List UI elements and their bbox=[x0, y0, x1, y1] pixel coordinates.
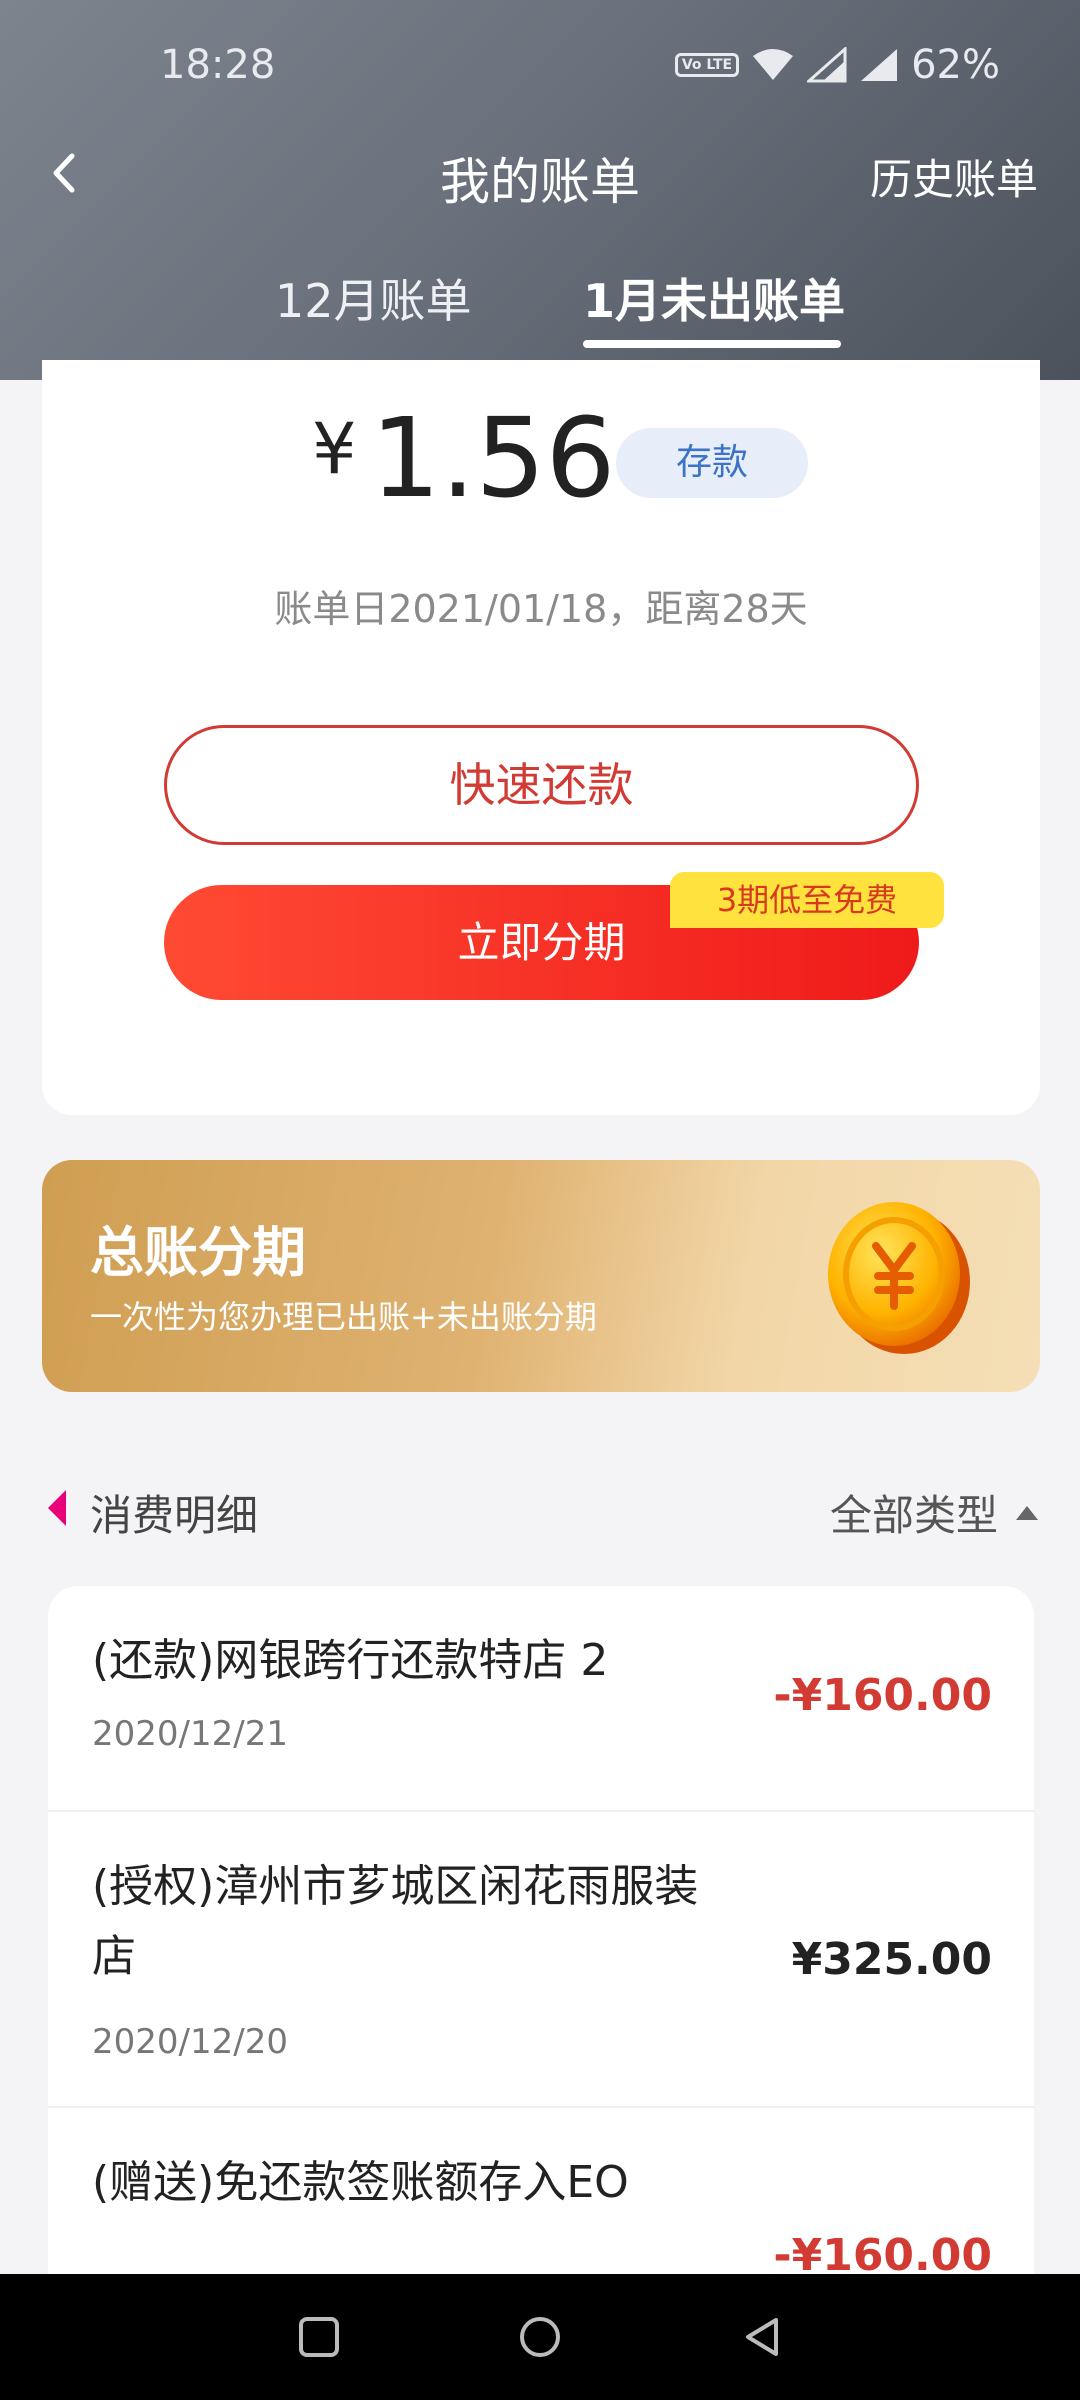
status-bar: 18:28 Vo LTE 62% bbox=[0, 0, 1080, 140]
signal-icon-2 bbox=[861, 49, 898, 81]
bill-page: 18:28 Vo LTE 62% 我的账单 历史账单 12月账单 1月未出账单 … bbox=[0, 0, 1080, 2400]
transaction-row[interactable]: (授权)漳州市芗城区闲花雨服装店 2020/12/20 ¥325.00 bbox=[48, 1812, 1034, 2108]
battery-percent: 62% bbox=[911, 42, 1000, 88]
transaction-row[interactable]: (还款)网银跨行还款特店 2 2020/12/21 -¥160.00 bbox=[48, 1586, 1034, 1812]
deposit-badge: 存款 bbox=[616, 428, 808, 498]
currency-symbol: ¥ bbox=[312, 408, 357, 490]
signal-icon bbox=[807, 47, 847, 83]
promo-tag: 3期低至免费 bbox=[670, 872, 944, 928]
tab-january-unbilled[interactable]: 1月未出账单 bbox=[583, 265, 845, 331]
amount-display: ¥ 1.56 bbox=[312, 398, 615, 518]
type-filter[interactable]: 全部类型 bbox=[830, 1482, 1038, 1543]
transaction-title: (赠送)免还款签账额存入EO bbox=[92, 2157, 629, 2208]
nav-bar-top: 我的账单 历史账单 bbox=[0, 130, 1080, 220]
section-title: 消费明细 bbox=[90, 1491, 259, 1540]
amount-value: 1.56 bbox=[370, 394, 616, 522]
quick-repay-button[interactable]: 快速还款 bbox=[164, 725, 919, 845]
header: 18:28 Vo LTE 62% 我的账单 历史账单 12月账单 1月未出账单 bbox=[0, 0, 1080, 380]
consumption-details-header: 消费明细 全部类型 bbox=[0, 1470, 1080, 1540]
caret-up-icon bbox=[1016, 1505, 1038, 1520]
filter-label: 全部类型 bbox=[829, 1491, 998, 1540]
recent-apps-icon[interactable] bbox=[294, 2312, 344, 2362]
banner-title: 总账分期 bbox=[90, 1221, 306, 1284]
transaction-amount: ¥325.00 bbox=[791, 1934, 992, 1985]
transaction-date: 2020/12/21 bbox=[92, 1714, 288, 1754]
coin-icon bbox=[828, 1202, 970, 1354]
transaction-title: (还款)网银跨行还款特店 2 bbox=[92, 1635, 609, 1686]
transaction-row[interactable]: (赠送)免还款签账额存入EO -¥160.00 bbox=[48, 2108, 1034, 2286]
banner-subtitle: 一次性为您办理已出账+未出账分期 bbox=[90, 1298, 597, 1336]
volte-icon: Vo LTE bbox=[674, 53, 740, 77]
total-installment-banner[interactable]: 总账分期 一次性为您办理已出账+未出账分期 bbox=[42, 1160, 1040, 1392]
bill-tabs: 12月账单 1月未出账单 bbox=[0, 265, 1080, 355]
active-tab-indicator bbox=[583, 340, 841, 348]
system-nav-bar bbox=[0, 2274, 1080, 2400]
back-triangle-icon[interactable] bbox=[738, 2312, 788, 2362]
bill-date-text: 账单日2021/01/18，距离28天 bbox=[274, 587, 808, 631]
tab-december[interactable]: 12月账单 bbox=[275, 265, 472, 331]
section-marker-icon bbox=[48, 1490, 66, 1526]
home-icon[interactable] bbox=[515, 2312, 565, 2362]
status-time: 18:28 bbox=[160, 42, 276, 88]
transaction-title: (授权)漳州市芗城区闲花雨服装店 bbox=[92, 1861, 699, 1982]
transaction-amount: -¥160.00 bbox=[773, 1670, 992, 1721]
bill-summary-card: ¥ 1.56 存款 账单日2021/01/18，距离28天 快速还款 立即分期 … bbox=[42, 360, 1040, 1115]
transaction-list: (还款)网银跨行还款特店 2 2020/12/21 -¥160.00 (授权)漳… bbox=[48, 1586, 1034, 2286]
wifi-icon bbox=[753, 49, 794, 80]
status-icons: Vo LTE 62% bbox=[674, 42, 1000, 88]
history-bills-link[interactable]: 历史账单 bbox=[870, 146, 1038, 207]
transaction-date: 2020/12/20 bbox=[92, 2022, 288, 2062]
